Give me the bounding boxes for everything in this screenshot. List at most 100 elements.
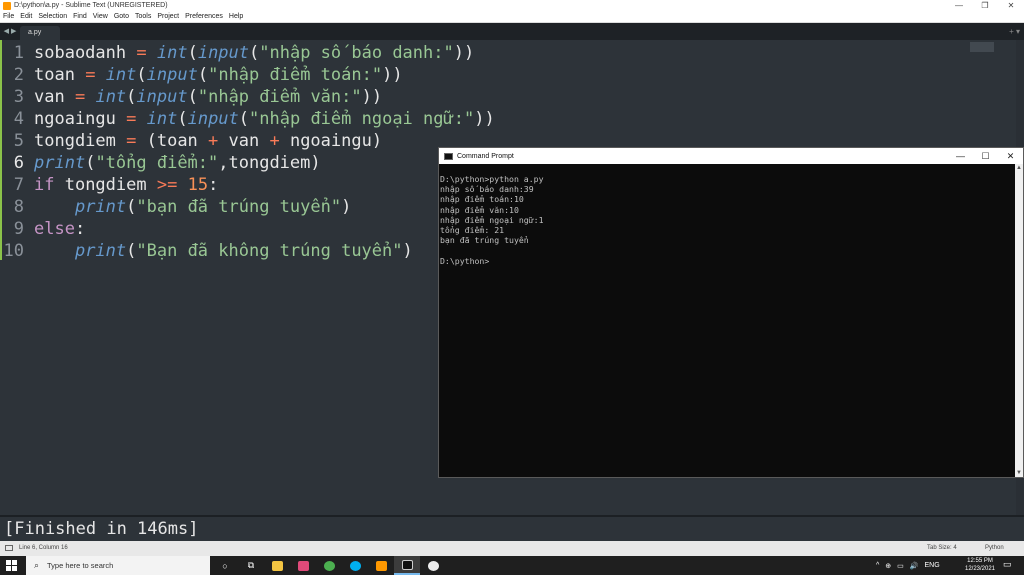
- minimize-button[interactable]: —: [946, 0, 972, 11]
- cmd-console-output[interactable]: D:\python>python a.py nhập số báo danh:3…: [439, 164, 1023, 266]
- sublime-icon: [3, 1, 11, 10]
- cmd-taskbar-icon[interactable]: [394, 556, 420, 575]
- code-token: (: [249, 43, 260, 63]
- cmd-close-button[interactable]: ✕: [998, 148, 1023, 164]
- code-token: (: [126, 241, 137, 261]
- menu-goto[interactable]: Goto: [114, 13, 129, 20]
- cmd-title-bar[interactable]: Command Prompt — ☐ ✕: [439, 148, 1023, 164]
- menu-selection[interactable]: Selection: [38, 13, 67, 20]
- language-indicator[interactable]: ENG: [925, 562, 940, 569]
- cmd-line: tổng điểm: 21: [440, 224, 505, 235]
- code-token: ngoaingu): [279, 131, 383, 151]
- minimap[interactable]: [970, 42, 994, 52]
- code-token: )): [361, 87, 383, 107]
- cmd-window-controls: — ☐ ✕: [948, 148, 1023, 164]
- code-token: (: [126, 197, 137, 217]
- code-token: print: [74, 241, 127, 261]
- cmd-line: nhập điểm ngoại ngữ:1: [440, 214, 544, 225]
- search-placeholder: Type here to search: [47, 561, 114, 570]
- app-taskbar-icon[interactable]: [420, 556, 446, 575]
- cmd-icon: [444, 152, 453, 160]
- close-button[interactable]: ✕: [998, 0, 1024, 11]
- chrome-icon[interactable]: [316, 556, 342, 575]
- menu-find[interactable]: Find: [73, 13, 87, 20]
- code-token: ngoaingu: [34, 109, 127, 129]
- code-token: ,tongdiem): [218, 153, 321, 173]
- status-bar: Line 6, Column 16 Tab Size: 4 Python: [0, 541, 1024, 556]
- cursor-position[interactable]: Line 6, Column 16: [19, 545, 68, 551]
- scroll-up-arrow-icon[interactable]: ▲: [1015, 164, 1023, 172]
- code-token: int: [146, 109, 178, 129]
- code-line[interactable]: 6 print("tổng điểm:" ,tongdiem): [0, 152, 495, 174]
- volume-icon[interactable]: 🔊: [910, 562, 919, 570]
- code-line[interactable]: 1 sobaodanh = int(input("nhập số báo danh…: [0, 42, 495, 64]
- windows-start-icon[interactable]: [6, 560, 17, 571]
- line-number: 9: [13, 219, 24, 239]
- tab-add-menu[interactable]: + ▾: [1009, 27, 1020, 36]
- code-line[interactable]: 4 ngoaingu = int(input("nhập điểm ngoại n…: [0, 108, 495, 130]
- scroll-down-arrow-icon[interactable]: ▼: [1015, 469, 1023, 477]
- menu-edit[interactable]: Edit: [20, 13, 32, 20]
- app-title-bar: D:\python\a.py - Sublime Text (UNREGISTE…: [0, 0, 1024, 11]
- maximize-button[interactable]: ❐: [972, 0, 998, 11]
- tab-size[interactable]: Tab Size: 4: [927, 545, 957, 551]
- code-line[interactable]: 7 if tongdiem >= 15:: [0, 174, 495, 196]
- menu-tools[interactable]: Tools: [135, 13, 151, 20]
- code-token: input: [187, 109, 239, 129]
- cmd-line: [440, 245, 1023, 255]
- panel-toggle-icon[interactable]: [5, 545, 13, 551]
- store-icon[interactable]: [290, 556, 316, 575]
- tab-a-py[interactable]: a.py: [20, 26, 60, 40]
- cmd-prompt-line: D:\python>: [440, 255, 490, 266]
- code-token: =: [74, 87, 86, 107]
- skype-icon[interactable]: [342, 556, 368, 575]
- menu-file[interactable]: File: [3, 13, 14, 20]
- code-token: =: [85, 65, 96, 85]
- code-token: "nhập điểm toán:": [208, 65, 383, 85]
- build-output-panel[interactable]: [Finished in 146ms]: [0, 515, 1024, 541]
- cmd-scrollbar[interactable]: ▲ ▼: [1015, 164, 1023, 477]
- network-icon[interactable]: ⊕: [885, 562, 891, 570]
- cortana-icon[interactable]: ○: [212, 556, 238, 575]
- tab-nav-arrows[interactable]: ◀ ▶: [0, 23, 20, 40]
- line-number: 2: [13, 65, 24, 85]
- code-line[interactable]: 10 print("Bạn đã không trúng tuyển"): [0, 240, 495, 262]
- battery-icon[interactable]: ▭: [897, 562, 904, 570]
- code-token: "Bạn đã không trúng tuyển": [136, 241, 403, 261]
- file-explorer-icon[interactable]: [264, 556, 290, 575]
- menu-help[interactable]: Help: [229, 13, 243, 20]
- menu-bar: File Edit Selection Find View Goto Tools…: [0, 11, 1024, 23]
- cmd-minimize-button[interactable]: —: [948, 148, 973, 164]
- code-token: =: [136, 43, 147, 63]
- sublime-taskbar-icon[interactable]: [368, 556, 394, 575]
- menu-view[interactable]: View: [93, 13, 108, 20]
- cmd-line: D:\python>python a.py: [440, 174, 544, 184]
- code-token: tongdiem: [54, 175, 157, 195]
- cmd-maximize-button[interactable]: ☐: [973, 148, 998, 164]
- code-token: 15: [187, 175, 209, 195]
- window-title: D:\python\a.py - Sublime Text (UNREGISTE…: [14, 2, 168, 9]
- code-token: int: [156, 43, 188, 63]
- code-line[interactable]: 9 else:: [0, 218, 495, 240]
- command-prompt-window[interactable]: Command Prompt — ☐ ✕ D:\python>python a.…: [438, 147, 1024, 478]
- line-number: 10: [3, 241, 24, 261]
- code-line[interactable]: 8 print("bạn đã trúng tuyển"): [0, 196, 495, 218]
- taskbar-search-box[interactable]: ⌕ Type here to search: [26, 556, 210, 575]
- tray-chevron-icon[interactable]: ^: [876, 562, 879, 569]
- code-token: +: [269, 131, 280, 151]
- code-line[interactable]: 2 toan = int(input("nhập điểm toán:")): [0, 64, 495, 86]
- code-line[interactable]: 5 tongdiem = (toan + van + ngoaingu): [0, 130, 495, 152]
- code-token: :: [208, 175, 219, 195]
- menu-preferences[interactable]: Preferences: [185, 13, 223, 20]
- menu-project[interactable]: Project: [157, 13, 179, 20]
- code-line[interactable]: 3 van = int(input("nhập điểm văn:")): [0, 86, 495, 108]
- task-view-icon[interactable]: ⧉: [238, 556, 264, 575]
- syntax-mode[interactable]: Python: [985, 545, 1004, 551]
- code-token: (: [187, 87, 198, 107]
- code-area[interactable]: 1 sobaodanh = int(input("nhập số báo danh…: [0, 42, 495, 262]
- notification-icon[interactable]: ▭: [1003, 559, 1012, 570]
- cmd-line: nhập điểm toán:10: [440, 194, 524, 205]
- clock[interactable]: 12:55 PM 12/23/2021: [962, 557, 998, 573]
